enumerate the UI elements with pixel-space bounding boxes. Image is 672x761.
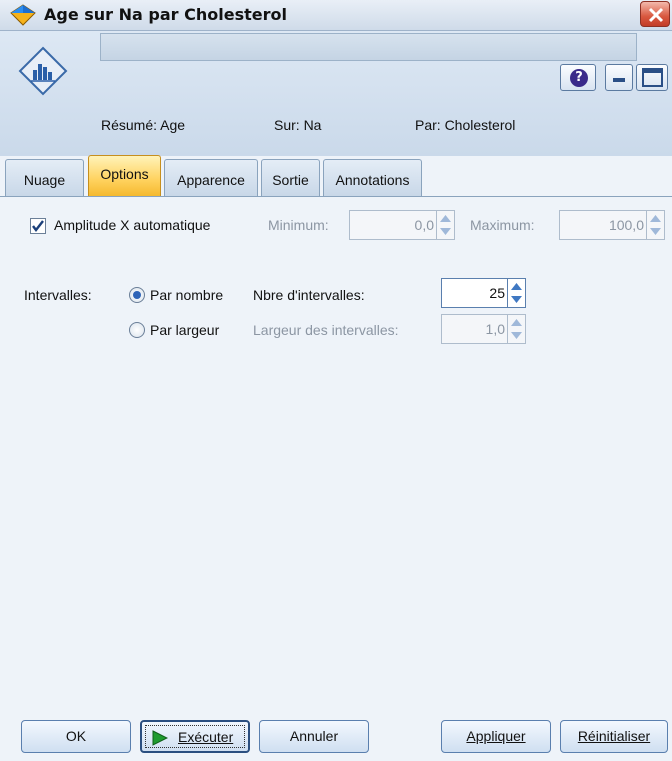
tab-annotations[interactable]: Annotations bbox=[323, 159, 422, 196]
window-title: Age sur Na par Cholesterol bbox=[44, 5, 287, 24]
reset-label: Réinitialiser bbox=[577, 728, 651, 744]
close-button[interactable] bbox=[640, 1, 670, 27]
auto-x-range-label: Amplitude X automatique bbox=[54, 217, 211, 233]
minimum-spinner[interactable]: 0,0 bbox=[349, 210, 455, 240]
by-width-label: Par largeur bbox=[150, 322, 220, 338]
maximize-icon bbox=[642, 68, 663, 87]
by-width-radio[interactable] bbox=[129, 322, 145, 338]
by-number-radio[interactable] bbox=[129, 287, 145, 303]
minimum-label: Minimum: bbox=[268, 217, 329, 233]
diamond-node-icon bbox=[10, 4, 36, 26]
spinner-arrows-icon bbox=[646, 211, 661, 239]
over-label: Sur: Na bbox=[274, 117, 322, 133]
title-bar: Age sur Na par Cholesterol bbox=[0, 0, 672, 31]
radio-selected-dot bbox=[133, 291, 141, 299]
close-icon bbox=[648, 7, 664, 23]
by-label: Par: Cholesterol bbox=[415, 117, 516, 133]
spinner-arrows-icon bbox=[507, 315, 522, 343]
by-number-label: Par nombre bbox=[150, 287, 224, 303]
interval-width-value: 1,0 bbox=[485, 321, 505, 337]
maximum-value: 100,0 bbox=[608, 217, 644, 233]
number-of-intervals-spinner[interactable]: 25 bbox=[441, 278, 526, 308]
number-of-intervals-label: Nbre d'intervalles: bbox=[253, 287, 365, 303]
options-panel bbox=[0, 197, 672, 712]
spinner-arrows-icon bbox=[507, 279, 522, 307]
minimize-icon bbox=[613, 78, 625, 82]
apply-label: Appliquer bbox=[466, 728, 526, 744]
cancel-button[interactable]: Annuler bbox=[259, 720, 369, 753]
minimize-button[interactable] bbox=[605, 64, 633, 91]
maximum-spinner[interactable]: 100,0 bbox=[559, 210, 665, 240]
reset-button[interactable]: Réinitialiser bbox=[560, 720, 668, 753]
tab-nuage[interactable]: Nuage bbox=[5, 159, 84, 196]
interval-width-label: Largeur des intervalles: bbox=[253, 322, 399, 338]
summary-label: Résumé: Age bbox=[101, 117, 186, 133]
tab-apparence[interactable]: Apparence bbox=[164, 159, 258, 196]
maximum-label: Maximum: bbox=[470, 217, 535, 233]
intervals-label: Intervalles: bbox=[24, 287, 92, 303]
play-icon bbox=[152, 730, 168, 746]
execute-button[interactable]: Exécuter bbox=[140, 720, 250, 753]
apply-button[interactable]: Appliquer bbox=[441, 720, 551, 753]
histogram-node-icon bbox=[18, 46, 68, 96]
maximize-button[interactable] bbox=[636, 64, 668, 91]
auto-x-range-checkbox[interactable] bbox=[30, 218, 46, 234]
checkmark-icon bbox=[32, 220, 44, 232]
node-name-field[interactable] bbox=[100, 33, 637, 61]
number-of-intervals-value: 25 bbox=[489, 285, 505, 301]
help-button[interactable]: ? bbox=[560, 64, 596, 91]
tab-options[interactable]: Options bbox=[88, 155, 161, 196]
execute-label: Exécuter bbox=[178, 729, 234, 745]
minimum-value: 0,0 bbox=[414, 217, 434, 233]
tab-sortie[interactable]: Sortie bbox=[261, 159, 320, 196]
ok-button[interactable]: OK bbox=[21, 720, 131, 753]
help-icon: ? bbox=[570, 69, 588, 87]
spinner-arrows-icon bbox=[436, 211, 451, 239]
interval-width-spinner[interactable]: 1,0 bbox=[441, 314, 526, 344]
